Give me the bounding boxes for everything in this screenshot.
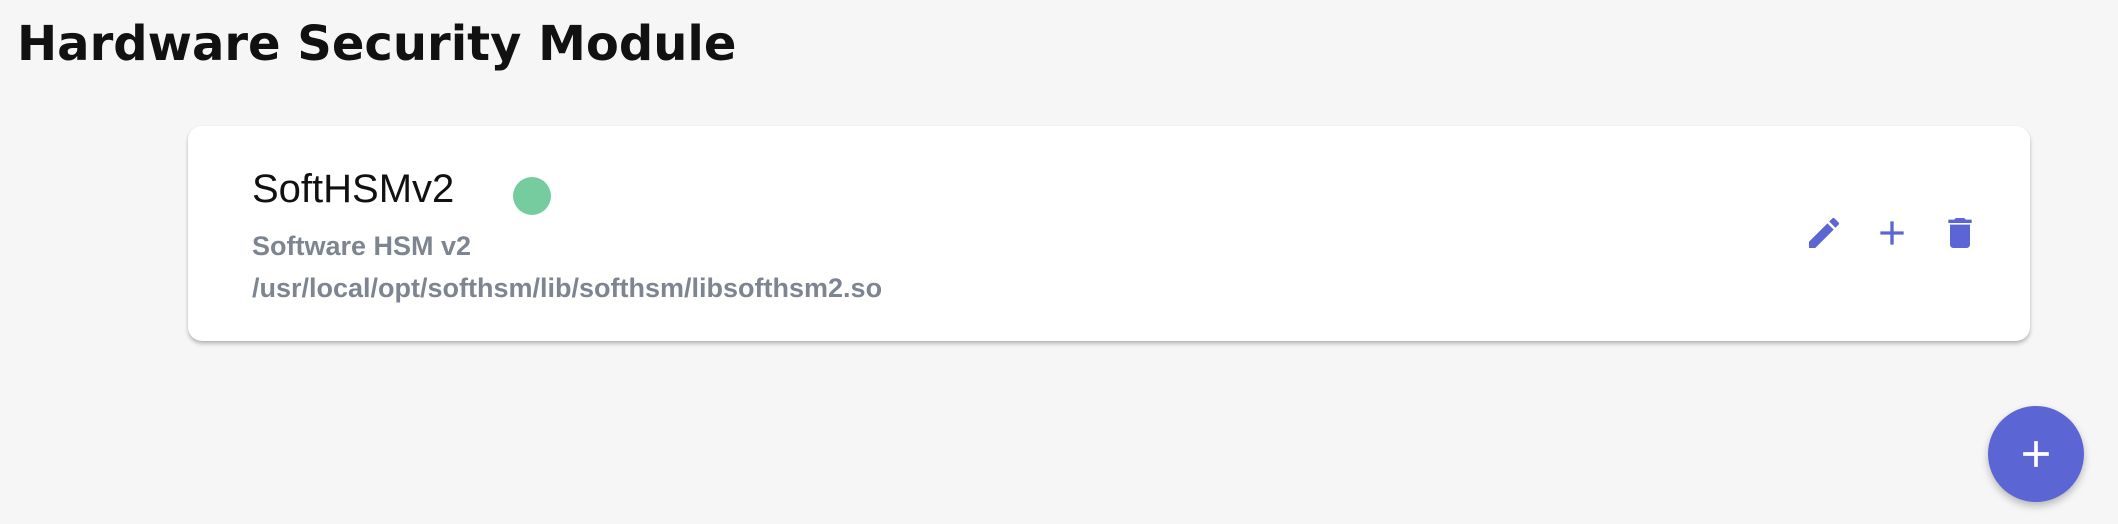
status-indicator [513, 177, 551, 215]
delete-button[interactable] [1940, 213, 1980, 253]
plus-icon [2014, 432, 2058, 476]
hsm-library-path: /usr/local/opt/softhsm/lib/softhsm/libso… [252, 273, 883, 303]
add-hsm-fab[interactable] [1988, 406, 2084, 502]
card-actions [1804, 213, 1980, 253]
plus-icon [1872, 213, 1912, 253]
trash-icon [1940, 213, 1980, 253]
pencil-icon [1804, 213, 1844, 253]
hsm-name: SoftHSMv2 [252, 167, 455, 211]
hsm-card: SoftHSMv2 Software HSM v2 /usr/local/opt… [188, 126, 2030, 341]
hsm-description: Software HSM v2 [252, 231, 472, 261]
page-title: Hardware Security Module [17, 16, 737, 72]
edit-button[interactable] [1804, 213, 1844, 253]
add-button[interactable] [1872, 213, 1912, 253]
